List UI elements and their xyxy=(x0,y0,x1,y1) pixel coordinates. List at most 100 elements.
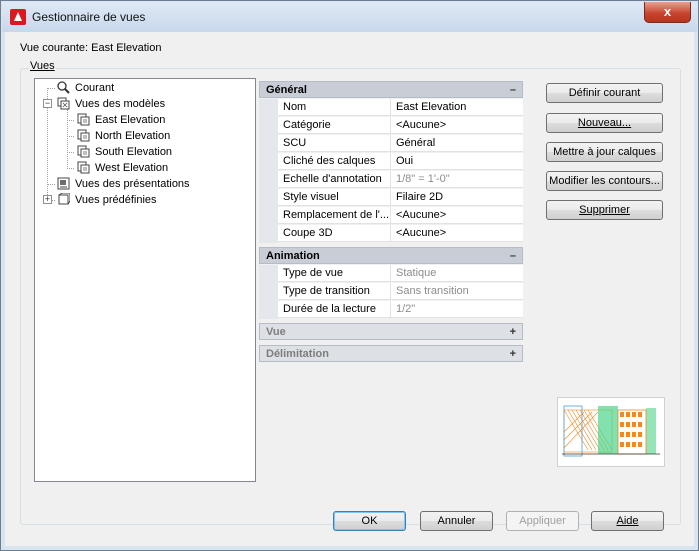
row-gutter xyxy=(259,153,278,171)
tree-item-label: West Elevation xyxy=(95,162,169,174)
autocad-a-icon xyxy=(10,9,26,25)
section-view-header[interactable]: Vue + xyxy=(259,323,523,340)
elevation-preview-image xyxy=(562,404,660,460)
row-gutter xyxy=(259,117,278,135)
button-label: Aide xyxy=(616,515,639,527)
view-preview-thumbnail xyxy=(557,397,665,467)
property-name: SCU xyxy=(278,135,391,152)
expand-icon[interactable]: + xyxy=(510,324,516,340)
tree-item-label: Vues des modèles xyxy=(75,98,166,110)
tree-line xyxy=(67,120,74,121)
property-row[interactable]: Durée de la lecture 1/2" xyxy=(259,301,523,319)
row-gutter xyxy=(259,135,278,153)
row-gutter xyxy=(259,225,278,243)
window-title: Gestionnaire de vues xyxy=(32,10,146,24)
property-row[interactable]: Nom East Elevation xyxy=(259,99,523,117)
dialog-body: Vue courante: East Elevation Vues Couran… xyxy=(9,32,690,542)
apply-button[interactable]: Appliquer xyxy=(506,511,579,531)
cancel-button[interactable]: Annuler xyxy=(420,511,493,531)
property-name: Durée de la lecture xyxy=(278,301,391,318)
delete-button[interactable]: Supprimer xyxy=(546,200,663,220)
expand-icon[interactable]: + xyxy=(510,346,516,362)
property-row[interactable]: Cliché des calques Oui xyxy=(259,153,523,171)
close-button[interactable]: x xyxy=(644,2,691,23)
section-title: Animation xyxy=(266,250,320,262)
tree-item-label: Courant xyxy=(75,82,115,94)
section-animation-header[interactable]: Animation – xyxy=(259,247,523,264)
property-value[interactable]: Général xyxy=(391,135,523,152)
dialog-window: Gestionnaire de vues x Vue courante: Eas… xyxy=(0,0,699,551)
layout-views-icon xyxy=(57,177,70,190)
tree-item-label: Vues des présentations xyxy=(75,178,190,190)
row-gutter xyxy=(259,207,278,225)
update-layers-button[interactable]: Mettre à jour calques xyxy=(546,142,663,162)
preset-views-icon xyxy=(58,193,70,205)
property-name: Type de transition xyxy=(278,283,391,300)
view-icon xyxy=(77,145,90,158)
collapse-icon[interactable]: – xyxy=(510,248,516,264)
property-row[interactable]: Remplacement de l'... <Aucune> xyxy=(259,207,523,225)
property-value: 1/2" xyxy=(391,301,523,318)
tree-line xyxy=(67,136,74,137)
property-row[interactable]: Catégorie <Aucune> xyxy=(259,117,523,135)
property-value[interactable]: East Elevation xyxy=(391,99,523,116)
tree-line xyxy=(67,168,74,169)
help-button[interactable]: Aide xyxy=(591,511,664,531)
property-name: Echelle d'annotation xyxy=(278,171,391,188)
property-row[interactable]: Echelle d'annotation 1/8" = 1'-0" xyxy=(259,171,523,189)
property-name: Style visuel xyxy=(278,189,391,206)
section-delimitation-header[interactable]: Délimitation + xyxy=(259,345,523,362)
property-value[interactable]: <Aucune> xyxy=(391,117,523,134)
row-gutter xyxy=(259,171,278,189)
row-gutter xyxy=(259,283,278,301)
views-group-label: Vues xyxy=(29,60,56,72)
property-value: Sans transition xyxy=(391,283,523,300)
property-value[interactable]: <Aucune> xyxy=(391,225,523,242)
tree-line xyxy=(47,184,55,185)
row-gutter xyxy=(259,301,278,319)
title-bar[interactable]: Gestionnaire de vues x xyxy=(2,2,697,32)
tree-line xyxy=(67,109,68,169)
property-row[interactable]: Type de transition Sans transition xyxy=(259,283,523,301)
magnifier-icon xyxy=(57,81,70,94)
row-gutter xyxy=(259,265,278,283)
tree-item-label: South Elevation xyxy=(95,146,173,158)
ok-button[interactable]: OK xyxy=(333,511,406,531)
edit-boundaries-button[interactable]: Modifier les contours... xyxy=(546,171,663,191)
section-title: Délimitation xyxy=(266,348,329,360)
section-title: Vue xyxy=(266,326,286,338)
collapse-icon[interactable]: – xyxy=(510,82,516,98)
property-value: Statique xyxy=(391,265,523,282)
tree-line xyxy=(47,88,55,89)
model-views-icon xyxy=(57,97,70,110)
property-value[interactable]: Oui xyxy=(391,153,523,170)
view-icon xyxy=(77,129,90,142)
tree-item-label: East Elevation xyxy=(95,114,166,126)
property-name: Coupe 3D xyxy=(278,225,391,242)
views-tree[interactable]: Courant − Vues des modèles East Elevatio… xyxy=(34,78,256,482)
property-value[interactable]: Filaire 2D xyxy=(391,189,523,206)
tree-item-label: North Elevation xyxy=(95,130,171,142)
property-name: Nom xyxy=(278,99,391,116)
property-name: Remplacement de l'... xyxy=(278,207,391,224)
property-row[interactable]: SCU Général xyxy=(259,135,523,153)
view-icon xyxy=(77,113,90,126)
button-label: Supprimer xyxy=(579,204,630,216)
row-gutter xyxy=(259,189,278,207)
section-general-header[interactable]: Général – xyxy=(259,81,523,98)
tree-item-label: Vues prédéfinies xyxy=(75,194,157,206)
property-row[interactable]: Type de vue Statique xyxy=(259,265,523,283)
property-name: Catégorie xyxy=(278,117,391,134)
row-gutter xyxy=(259,99,278,117)
property-value[interactable]: <Aucune> xyxy=(391,207,523,224)
expand-toggle[interactable]: + xyxy=(43,195,52,204)
new-view-button[interactable]: Nouveau... xyxy=(546,113,663,133)
property-row[interactable]: Style visuel Filaire 2D xyxy=(259,189,523,207)
set-current-button[interactable]: Définir courant xyxy=(546,83,663,103)
view-icon xyxy=(77,161,90,174)
collapse-toggle[interactable]: − xyxy=(43,99,52,108)
property-value: 1/8" = 1'-0" xyxy=(391,171,523,188)
property-row[interactable]: Coupe 3D <Aucune> xyxy=(259,225,523,243)
button-label: Nouveau... xyxy=(577,117,632,129)
tree-line xyxy=(67,152,74,153)
